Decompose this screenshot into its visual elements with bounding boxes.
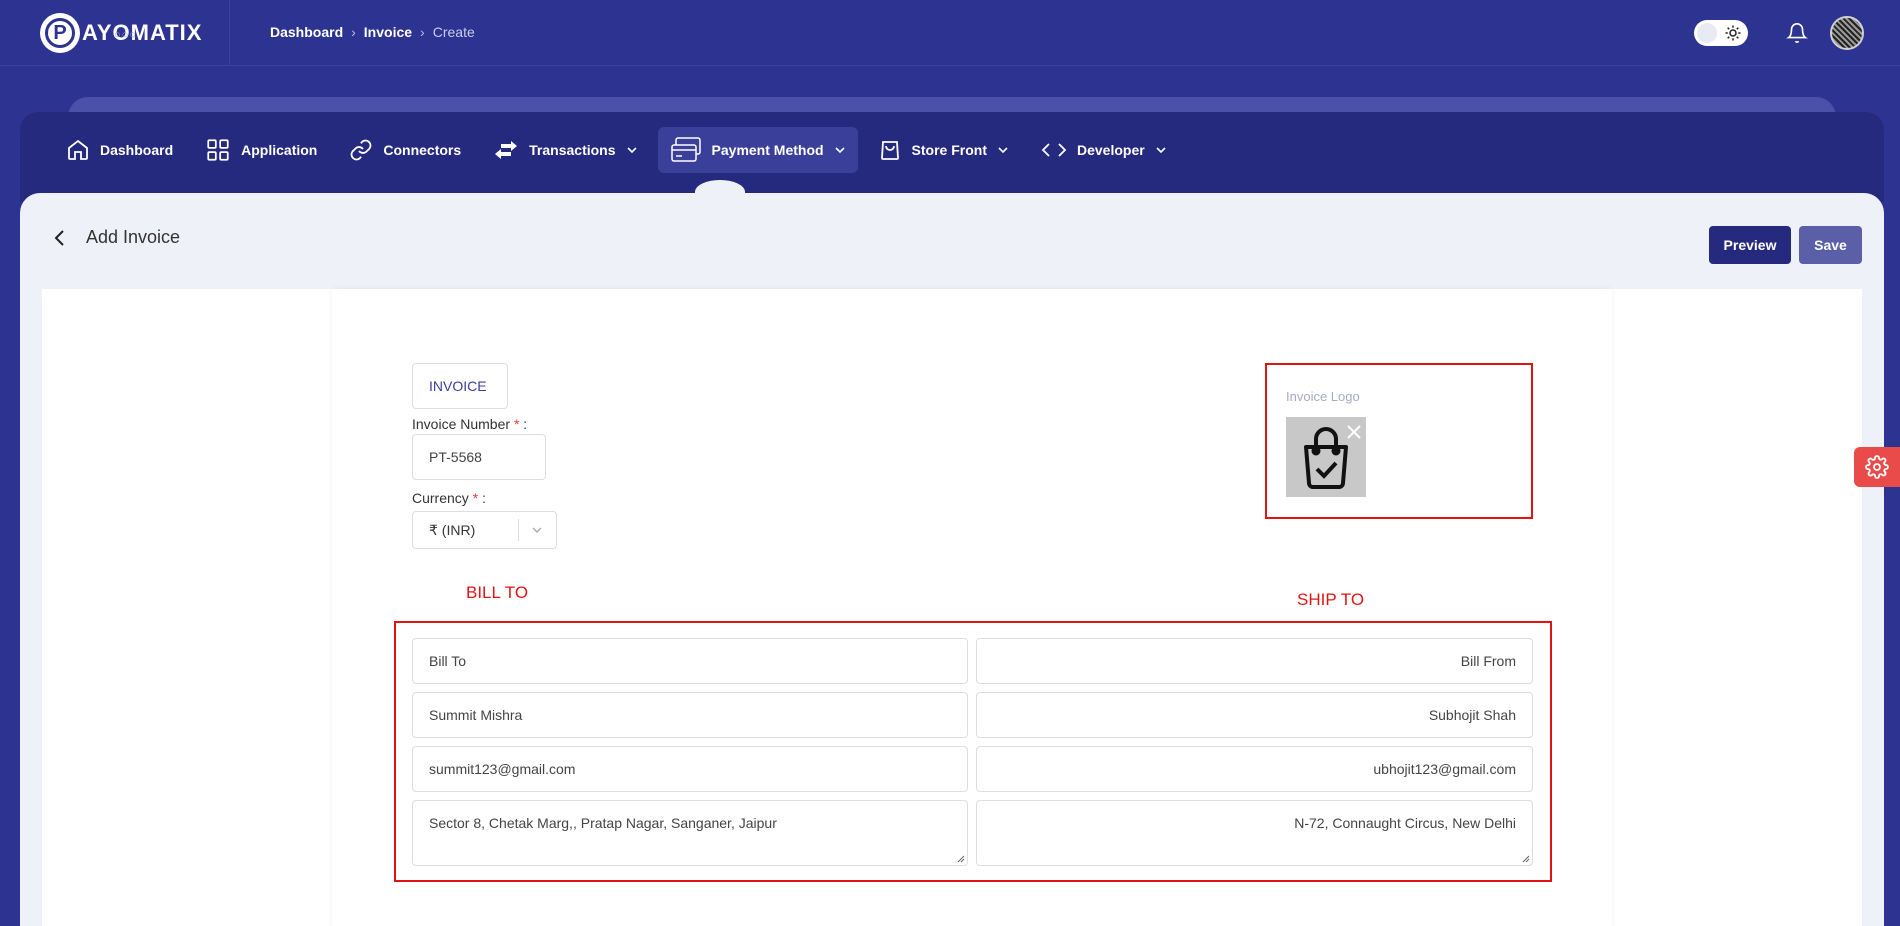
bill-to-name-input[interactable]: Summit Mishra (412, 692, 968, 738)
back-arrow-icon[interactable] (50, 228, 70, 248)
invoice-form: INVOICE Invoice Number * : PT-5568 Curre… (332, 289, 1612, 926)
bill-from-name-input[interactable]: Subhojit Shah (976, 692, 1533, 738)
breadcrumb-invoice[interactable]: Invoice (364, 24, 412, 40)
chevron-down-icon (1156, 147, 1166, 154)
grid-icon (207, 139, 229, 161)
currency-label: Currency * : (412, 490, 486, 506)
invoice-logo-box: Invoice Logo (1265, 363, 1533, 519)
form-card: INVOICE Invoice Number * : PT-5568 Curre… (42, 289, 1862, 926)
bill-to-heading-input[interactable]: Bill To (412, 638, 968, 684)
toggle-knob (1697, 23, 1717, 43)
page-header: Add Invoice (50, 227, 180, 248)
nav-transactions[interactable]: Transactions (481, 127, 649, 173)
currency-value: ₹ (INR) (429, 521, 476, 538)
sun-icon (1725, 25, 1741, 41)
ship-to-annotation: SHIP TO (1297, 590, 1365, 609)
bill-from-address-text: N-72, Connaught Circus, New Delhi (1294, 815, 1516, 831)
settings-button[interactable] (1854, 447, 1900, 487)
breadcrumb-dashboard[interactable]: Dashboard (270, 24, 343, 40)
label-colon: : (482, 490, 486, 506)
gear-icon (1865, 455, 1889, 479)
code-icon (1041, 143, 1067, 157)
invoice-logo-label: Invoice Logo (1286, 389, 1360, 404)
user-avatar[interactable] (1830, 16, 1864, 50)
breadcrumb-create: Create (432, 24, 475, 40)
nav-payment-method[interactable]: Payment Method (657, 127, 858, 173)
brand-dots: ○○○ (114, 29, 137, 41)
brand-name: AYOMATIX (82, 20, 203, 45)
nav-payment-method-label: Payment Method (711, 142, 824, 158)
main-nav: Dashboard Application Connectors Transac… (20, 112, 1884, 202)
chevron-down-icon (834, 147, 845, 154)
breadcrumb-separator-icon: › (420, 24, 425, 40)
bill-from-heading-input[interactable]: Bill From (976, 638, 1533, 684)
nav-dashboard-label: Dashboard (100, 142, 174, 158)
nav-connectors[interactable]: Connectors (337, 127, 473, 173)
required-mark: * (472, 490, 479, 506)
chevron-down-icon (626, 147, 637, 154)
chevron-down-icon (519, 524, 556, 536)
address-section: Bill To Summit Mishra summit123@gmail.co… (394, 621, 1552, 882)
nav-connectors-label: Connectors (383, 142, 462, 158)
invoice-number-input[interactable]: PT-5568 (412, 434, 546, 480)
page-title: Add Invoice (86, 227, 181, 247)
bill-to-address-textarea[interactable]: Sector 8, Chetak Marg,, Pratap Nagar, Sa… (412, 800, 968, 866)
chevron-down-icon (998, 147, 1008, 154)
main-content: Add Invoice Preview Save INVOICE Invoice… (20, 193, 1884, 926)
bill-from-email-input[interactable]: ubhojit123@gmail.com (976, 746, 1533, 792)
invoice-number-label: Invoice Number * : (412, 416, 527, 432)
link-icon (350, 139, 372, 161)
invoice-title-input[interactable]: INVOICE (412, 363, 508, 409)
currency-select[interactable]: ₹ (INR) (412, 511, 557, 549)
label-colon: : (523, 416, 528, 432)
currency-label-text: Currency (412, 490, 469, 506)
close-icon[interactable] (1345, 423, 1363, 441)
required-mark: * (513, 416, 520, 432)
resize-handle-icon[interactable] (1522, 855, 1530, 863)
invoice-logo-image[interactable] (1286, 417, 1366, 497)
nav-dashboard[interactable]: Dashboard (54, 127, 185, 173)
breadcrumb-separator-icon: › (351, 24, 356, 40)
nav-application-label: Application (241, 142, 318, 158)
save-button[interactable]: Save (1799, 226, 1862, 264)
nav-store-front-label: Store Front (911, 142, 987, 158)
preview-button[interactable]: Preview (1709, 226, 1791, 264)
home-icon (68, 139, 88, 160)
nav-transactions-label: Transactions (529, 142, 616, 158)
bag-icon (880, 141, 899, 160)
nav-developer[interactable]: Developer (1029, 127, 1179, 173)
resize-handle-icon[interactable] (957, 855, 965, 863)
nav-application[interactable]: Application (193, 127, 329, 173)
bill-to-address-text: Sector 8, Chetak Marg,, Pratap Nagar, Sa… (429, 815, 777, 831)
breadcrumb: Dashboard › Invoice › Create (270, 24, 475, 40)
brand-logo-mark: P (40, 13, 80, 53)
bell-icon[interactable] (1786, 22, 1808, 44)
bill-from-address-textarea[interactable]: N-72, Connaught Circus, New Delhi (976, 800, 1533, 866)
nav-developer-label: Developer (1077, 142, 1145, 158)
invoice-number-label-text: Invoice Number (412, 416, 511, 432)
nav-active-indicator (695, 180, 745, 204)
top-header: P AYOMATIX ○○○ Dashboard › Invoice › Cre… (0, 0, 1900, 66)
theme-toggle[interactable] (1694, 20, 1748, 46)
brand-badge-letter: P (45, 18, 75, 48)
bill-to-email-input[interactable]: summit123@gmail.com (412, 746, 968, 792)
bill-to-annotation: BILL TO (466, 583, 529, 602)
header-divider (229, 0, 230, 66)
nav-store-front[interactable]: Store Front (866, 127, 1021, 173)
transfer-icon (495, 141, 518, 159)
card-icon (670, 137, 701, 162)
